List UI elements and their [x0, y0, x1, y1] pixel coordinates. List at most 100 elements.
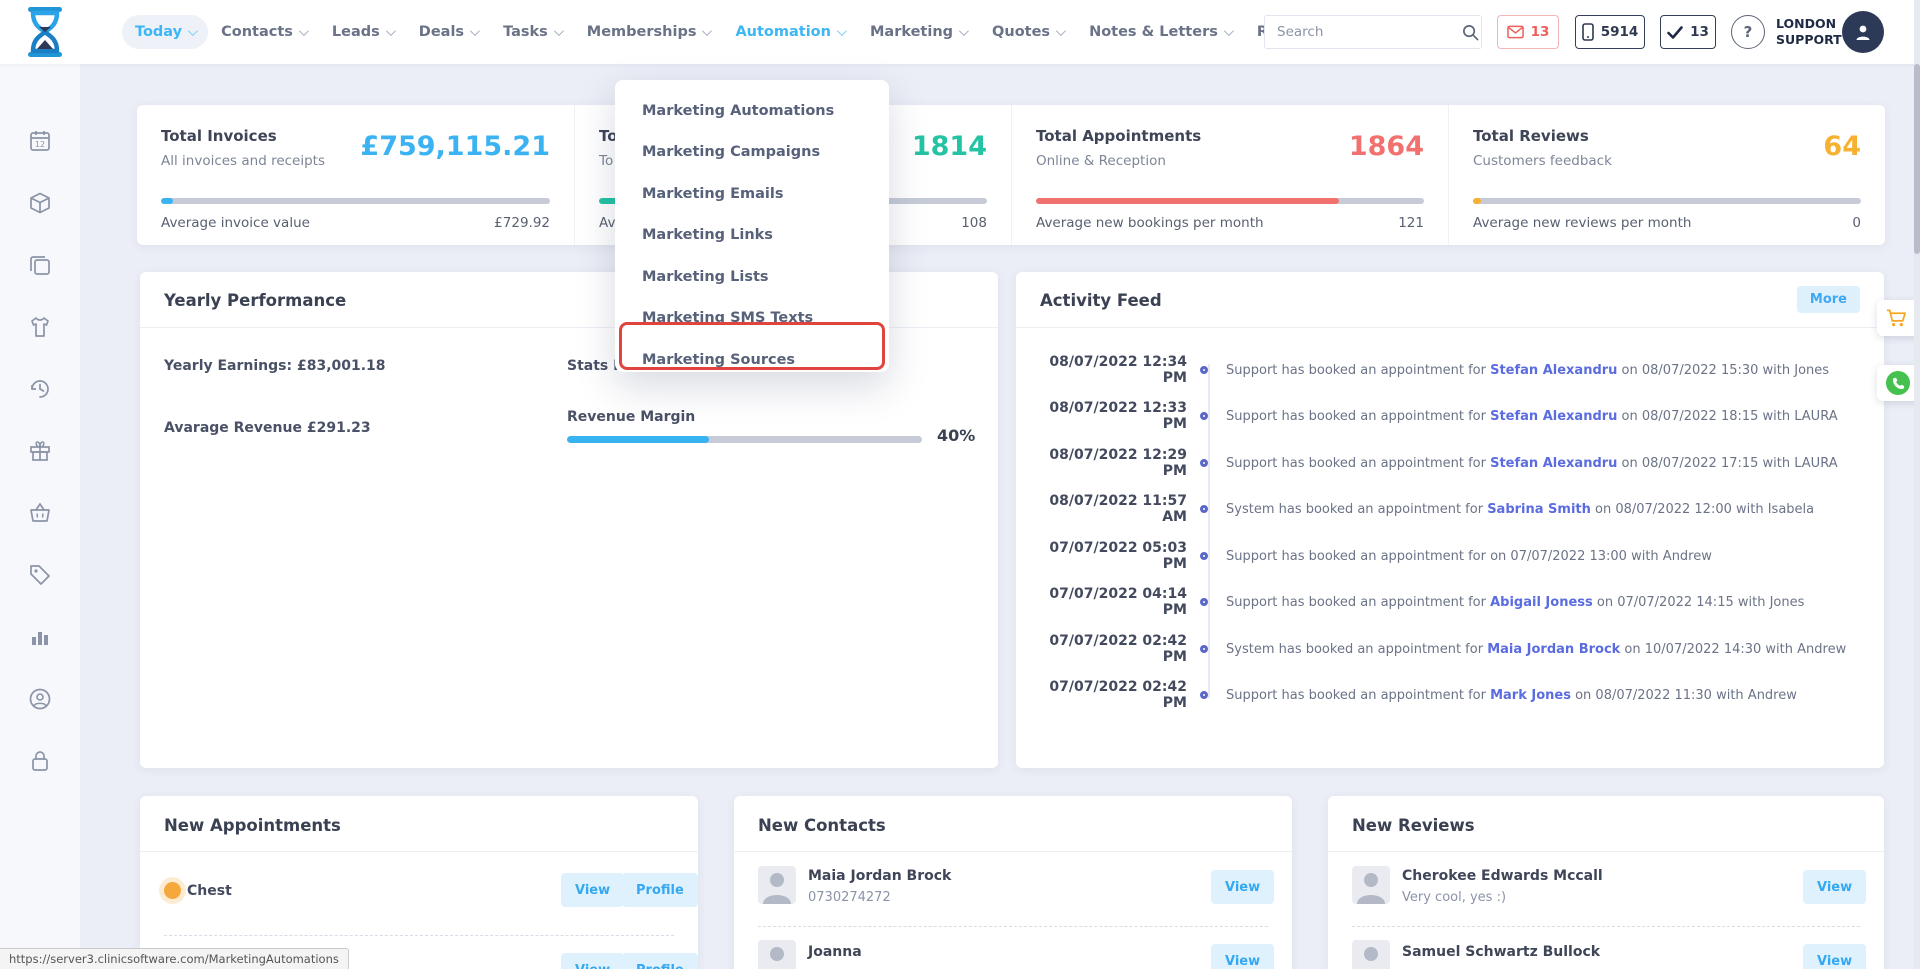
stat-subtitle: To — [599, 153, 613, 169]
view-button[interactable]: View — [561, 873, 624, 907]
help-button[interactable]: ? — [1731, 15, 1765, 49]
nav-item-today[interactable]: Today — [122, 15, 208, 49]
yearly-earnings: Yearly Earnings: £83,001.18 — [164, 358, 386, 374]
feed-item: 07/07/2022 05:03 PM Support has booked a… — [1030, 546, 1870, 566]
nav-item-notes-letters[interactable]: Notes & Letters — [1076, 15, 1244, 49]
menu-item-marketing-links[interactable]: Marketing Links — [615, 215, 889, 257]
basket-icon[interactable] — [28, 501, 52, 525]
timeline-dot-icon — [1200, 552, 1208, 560]
timeline-dot-icon — [1200, 645, 1208, 653]
menu-item-marketing-emails[interactable]: Marketing Emails — [615, 173, 889, 215]
left-icon-sidebar: 12 — [0, 64, 80, 969]
appointment-label: Chest — [187, 883, 232, 899]
chevron-down-icon — [470, 26, 480, 36]
yearly-performance-title: Yearly Performance — [164, 291, 346, 310]
contact-link[interactable]: Sabrina Smith — [1487, 502, 1591, 517]
contact-avatar — [758, 866, 796, 904]
menu-item-marketing-campaigns[interactable]: Marketing Campaigns — [615, 132, 889, 174]
feed-item: 08/07/2022 11:57 AM System has booked an… — [1030, 499, 1870, 519]
stat-title: Total Reviews — [1473, 127, 1589, 145]
scrollbar-thumb[interactable] — [1914, 64, 1920, 254]
nav-item-tasks[interactable]: Tasks — [490, 15, 574, 49]
contact-link[interactable]: Maia Jordan Brock — [1487, 642, 1620, 657]
new-reviews-card: New Reviews Cherokee Edwards Mccall Very… — [1328, 796, 1884, 969]
page-scrollbar[interactable] — [1914, 0, 1920, 969]
view-button[interactable]: View — [1211, 944, 1274, 969]
view-button[interactable]: View — [1803, 870, 1866, 904]
menu-item-marketing-automations[interactable]: Marketing Automations — [615, 90, 889, 132]
activity-feed-title: Activity Feed — [1040, 291, 1162, 310]
menu-item-marketing-sources[interactable]: Marketing Sources — [615, 339, 889, 381]
gift-icon[interactable] — [28, 439, 52, 463]
chevron-down-icon — [188, 26, 198, 36]
nav-item-contacts[interactable]: Contacts — [208, 15, 319, 49]
stat-footer-value: 0 — [1852, 215, 1861, 231]
chevron-down-icon — [386, 26, 396, 36]
status-url-text: https://server3.clinicsoftware.com/Marke… — [9, 952, 339, 966]
stat-total-invoices: Total Invoices All invoices and receipts… — [137, 105, 574, 245]
new-appointments-title: New Appointments — [164, 816, 341, 835]
mail-count: 13 — [1531, 24, 1550, 40]
view-button[interactable]: View — [561, 953, 624, 969]
question-mark-icon: ? — [1744, 23, 1753, 41]
nav-item-quotes[interactable]: Quotes — [979, 15, 1076, 49]
phone-extension-badge[interactable]: 5914 — [1575, 15, 1645, 49]
lock-icon[interactable] — [28, 749, 52, 773]
nav-label: Tasks — [503, 24, 548, 40]
view-button[interactable]: View — [1211, 870, 1274, 904]
location-line1: LONDON — [1776, 16, 1842, 32]
main-nav: Today Contacts Leads Deals Tasks Members… — [122, 0, 1411, 64]
tag-icon[interactable] — [28, 563, 52, 587]
contact-phone: 0730274272 — [808, 890, 891, 905]
shirt-icon[interactable] — [28, 315, 52, 339]
stat-footer-label: Av — [599, 215, 615, 231]
menu-item-marketing-sms-texts[interactable]: Marketing SMS Texts — [615, 298, 889, 340]
new-contacts-title: New Contacts — [758, 816, 886, 835]
nav-item-memberships[interactable]: Memberships — [574, 15, 723, 49]
contact-link[interactable]: Abigail Joness — [1490, 595, 1593, 610]
feed-text: Support has booked an appointment for St… — [1226, 409, 1838, 424]
feed-text: Support has booked an appointment for Ab… — [1226, 595, 1804, 610]
nav-item-automation[interactable]: Automation — [722, 15, 857, 49]
nav-item-leads[interactable]: Leads — [319, 15, 406, 49]
mail-notifications-badge[interactable]: 13 — [1497, 15, 1559, 49]
package-icon[interactable] — [28, 191, 52, 215]
nav-item-deals[interactable]: Deals — [406, 15, 490, 49]
more-button[interactable]: More — [1797, 286, 1860, 313]
tasks-done-badge[interactable]: 13 — [1660, 15, 1716, 49]
support-icon[interactable] — [28, 687, 52, 711]
profile-button[interactable]: Profile — [622, 873, 698, 907]
chart-icon[interactable] — [28, 625, 52, 649]
nav-label: Deals — [419, 24, 464, 40]
menu-item-marketing-lists[interactable]: Marketing Lists — [615, 256, 889, 298]
phone-icon — [1886, 371, 1910, 395]
nav-label: Quotes — [992, 24, 1050, 40]
nav-label: Today — [135, 24, 182, 40]
view-button[interactable]: View — [1803, 944, 1866, 969]
clinicsoftware-logo[interactable] — [22, 6, 68, 58]
contact-link[interactable]: Stefan Alexandru — [1490, 409, 1617, 424]
profile-button[interactable]: Profile — [622, 953, 698, 969]
chevron-down-icon — [837, 26, 847, 36]
nav-item-marketing[interactable]: Marketing — [857, 15, 979, 49]
user-avatar[interactable] — [1842, 11, 1884, 53]
automation-dropdown-menu: Marketing Automations Marketing Campaign… — [615, 80, 889, 372]
feed-item: 07/07/2022 04:14 PM Support has booked a… — [1030, 592, 1870, 612]
row-divider — [164, 935, 674, 936]
phone-number: 5914 — [1601, 24, 1639, 40]
contact-link[interactable]: Mark Jones — [1490, 688, 1571, 703]
feed-timestamp: 07/07/2022 02:42 PM — [1030, 679, 1187, 711]
search-input[interactable] — [1265, 24, 1460, 40]
history-icon[interactable] — [28, 377, 52, 401]
feed-item: 08/07/2022 12:29 PM Support has booked a… — [1030, 453, 1870, 473]
feed-timestamp: 07/07/2022 05:03 PM — [1030, 540, 1187, 572]
copy-icon[interactable] — [28, 253, 52, 277]
chevron-down-icon — [959, 26, 969, 36]
feed-timestamp: 08/07/2022 12:29 PM — [1030, 447, 1187, 479]
smartphone-icon — [1582, 23, 1594, 41]
calendar-icon[interactable]: 12 — [28, 129, 52, 153]
chevron-down-icon — [1224, 26, 1234, 36]
contact-link[interactable]: Stefan Alexandru — [1490, 456, 1617, 471]
search-icon[interactable] — [1460, 16, 1481, 48]
contact-link[interactable]: Stefan Alexandru — [1490, 363, 1617, 378]
